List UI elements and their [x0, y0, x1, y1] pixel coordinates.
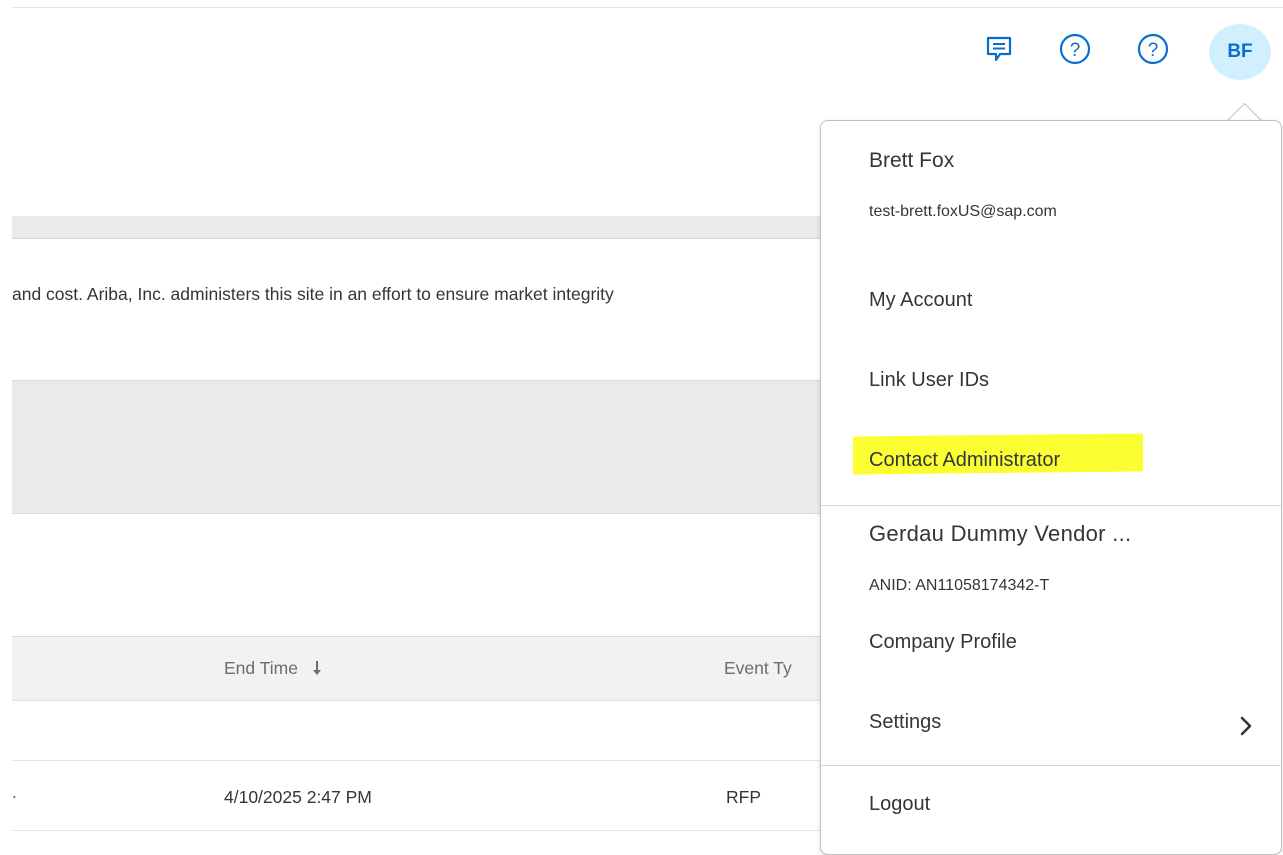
- section-band: [12, 216, 820, 238]
- link-user-ids-item[interactable]: Link User IDs: [869, 369, 989, 392]
- help-icon[interactable]: ?: [1132, 28, 1174, 70]
- company-anid: ANID: AN11058174342-T: [869, 577, 1050, 594]
- row-divider: [12, 830, 820, 831]
- settings-item[interactable]: Settings: [869, 711, 941, 734]
- row-event-type: RFP: [726, 787, 761, 807]
- site-notice-text: and cost. Ariba, Inc. administers this s…: [12, 284, 614, 304]
- column-end-time-label: End Time: [224, 658, 298, 678]
- event-link-fragment[interactable]: .: [12, 782, 22, 802]
- header-divider: [12, 7, 1283, 8]
- user-name: Brett Fox: [869, 149, 955, 172]
- filter-panel: [12, 380, 820, 514]
- company-name: Gerdau Dummy Vendor ...: [869, 521, 1132, 546]
- user-menu-popover: Brett Fox test-brett.foxUS@sap.com My Ac…: [820, 120, 1282, 855]
- row-divider: [12, 760, 820, 761]
- sort-down-icon: [311, 658, 323, 678]
- column-end-time[interactable]: End Time: [224, 658, 323, 679]
- user-avatar-button[interactable]: BF: [1209, 24, 1271, 80]
- logout-item[interactable]: Logout: [869, 793, 930, 816]
- section-divider: [12, 238, 820, 239]
- chat-icon[interactable]: [978, 28, 1020, 70]
- menu-divider: [821, 765, 1281, 766]
- contact-administrator-item[interactable]: Contact Administrator: [869, 449, 1060, 472]
- row-end-time: 4/10/2025 2:47 PM: [224, 787, 372, 807]
- help-icon[interactable]: ?: [1054, 28, 1096, 70]
- svg-text:?: ?: [1148, 40, 1159, 61]
- svg-text:?: ?: [1070, 40, 1081, 61]
- menu-divider: [821, 505, 1281, 506]
- chevron-right-icon[interactable]: [1239, 715, 1253, 742]
- my-account-item[interactable]: My Account: [869, 289, 972, 312]
- column-event-type[interactable]: Event Ty: [724, 658, 792, 679]
- user-email: test-brett.foxUS@sap.com: [869, 203, 1057, 220]
- events-table-header: End Time Event Ty: [12, 636, 820, 701]
- company-profile-item[interactable]: Company Profile: [869, 631, 1017, 654]
